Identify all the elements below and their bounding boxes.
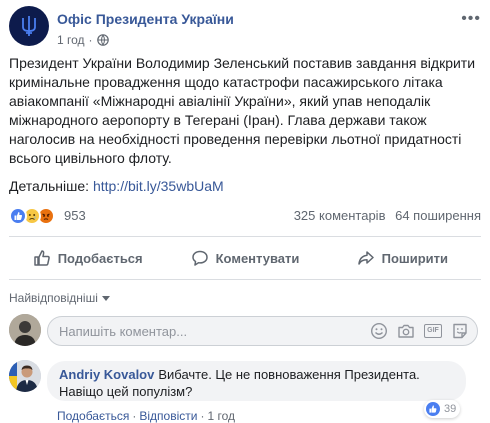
comment-time[interactable]: 1 год [207,409,235,423]
post-text: Президент України Володимир Зеленський п… [9,55,476,166]
divider [9,279,481,280]
gif-icon: GIF [424,324,442,338]
details-label: Детальніше: [9,178,90,194]
comment-likes-count: 39 [444,403,457,415]
comment-icon [191,250,208,266]
thumbs-up-icon [33,250,50,266]
comment-reply-link[interactable]: Відповісти [139,409,197,423]
divider [9,236,481,237]
like-reaction-icon [426,402,440,416]
camera-icon [398,324,414,338]
post-time[interactable]: 1 год [57,33,85,47]
like-button-label: Подобається [57,250,143,266]
more-dots-icon: ••• [461,10,481,27]
comment-input-box[interactable]: GIF [47,316,478,346]
share-button-label: Поширити [381,250,449,266]
post-meta: 1 год · [57,33,109,47]
trident-icon [22,16,36,36]
shares-count[interactable]: 64 поширення [395,208,481,223]
emoji-button[interactable] [370,322,388,340]
sticker-icon [453,323,467,339]
share-button[interactable]: Поширити [324,244,481,272]
comment-bubble: Andriy Kovalov Вибачте. Це не повноваженн… [47,361,466,401]
comment-button[interactable]: Коментувати [166,244,323,272]
gif-button[interactable]: GIF [424,322,442,340]
page-name[interactable]: Офіс Президента України [57,11,234,27]
user-silhouette-icon [9,314,41,346]
comment-author[interactable]: Andriy Kovalov [59,367,154,382]
reactions-bar: 953 325 коментарів 64 поширення [9,205,481,227]
post-link[interactable]: http://bit.ly/35wbUaM [93,178,224,194]
comment-actions: Подобається · Відповісти · 1 год [57,409,235,423]
more-options-button[interactable]: ••• [461,10,481,28]
separator: · [200,409,205,423]
user-avatar[interactable] [9,314,41,346]
chevron-down-icon [101,296,110,302]
globe-icon [96,34,109,46]
sticker-button[interactable] [451,322,469,340]
engagement-counts: 325 коментарів 64 поширення [294,208,481,223]
comment-like-link[interactable]: Подобається [57,409,129,423]
share-arrow-icon [357,251,374,265]
comment-sort-dropdown[interactable]: Найвідповідніші [9,291,110,305]
reaction-icons[interactable] [9,207,55,225]
meta-separator: · [88,33,93,47]
comment-like-count[interactable]: 39 [424,400,461,418]
sort-label: Найвідповідніші [9,291,98,305]
comment-author-avatar[interactable] [9,360,41,392]
comment-button-label: Коментувати [215,250,300,266]
person-photo-icon [9,360,41,392]
post-header: Офіс Президента України 1 год · ••• [9,6,481,50]
comment-input-tools: GIF [361,322,469,340]
smiley-icon [370,322,388,340]
comments-count[interactable]: 325 коментарів [294,208,386,223]
separator: · [132,409,137,423]
post-action-bar: Подобається Коментувати Поширити [9,244,481,272]
reaction-count[interactable]: 953 [64,208,86,223]
camera-button[interactable] [397,322,415,340]
like-reaction-icon [9,207,27,225]
post-details: Детальніше: http://bit.ly/35wbUaM [9,178,224,194]
page-avatar[interactable] [9,6,49,46]
like-button[interactable]: Подобається [9,244,166,272]
comment-input[interactable] [48,317,328,345]
